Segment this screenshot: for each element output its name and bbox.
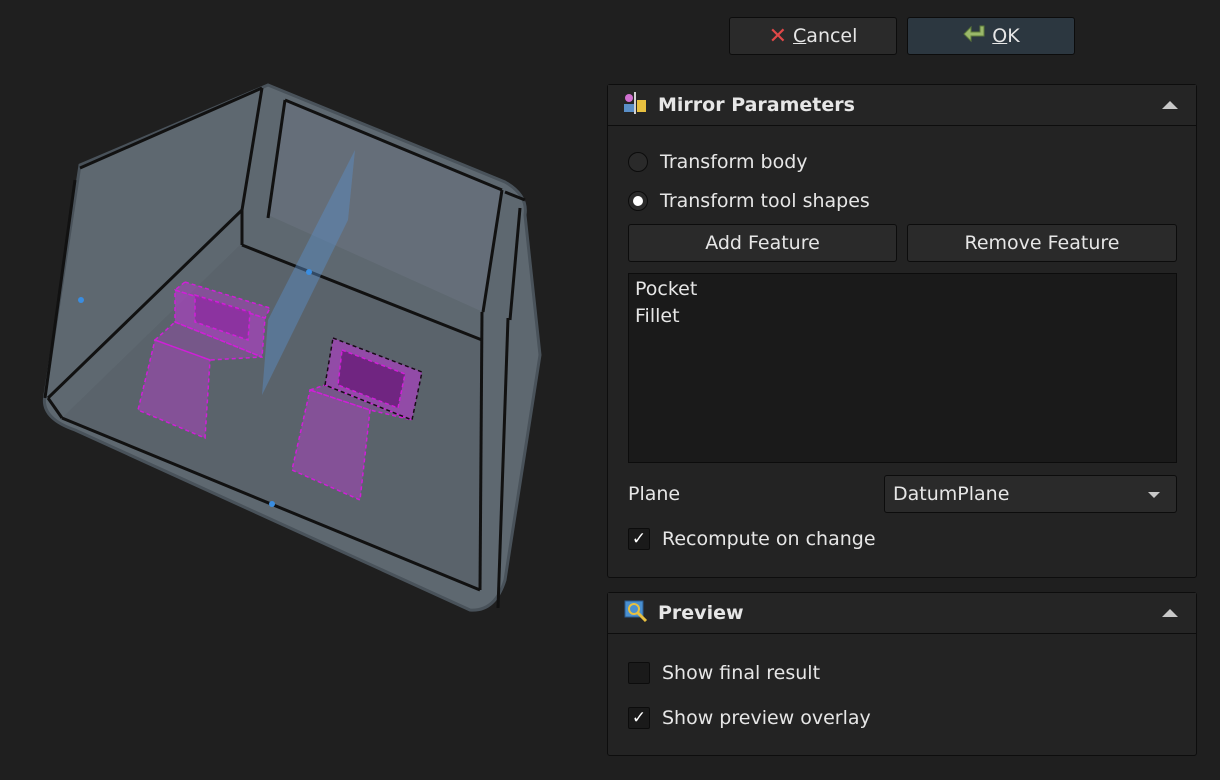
plane-select[interactable]: DatumPlane: [884, 475, 1177, 513]
add-feature-button[interactable]: Add Feature: [628, 224, 897, 262]
mirror-parameters-panel: Mirror Parameters Transform body Transfo…: [607, 84, 1197, 578]
feature-list[interactable]: Pocket Fillet: [628, 273, 1177, 463]
mirror-parameters-header[interactable]: Mirror Parameters: [608, 85, 1196, 126]
recompute-label: Recompute on change: [662, 528, 876, 550]
panel-title: Mirror Parameters: [658, 94, 855, 116]
show-final-result-option[interactable]: Show final result: [628, 662, 820, 684]
vertex-dot: [269, 501, 275, 507]
red-x-icon: ✕: [768, 23, 788, 49]
cancel-button[interactable]: ✕ Cancel: [729, 17, 897, 55]
show-preview-overlay-label: Show preview overlay: [662, 707, 871, 729]
ok-mnemonic: O: [992, 25, 1008, 47]
green-arrow-icon: [962, 24, 986, 49]
transform-tool-shapes-option[interactable]: Transform tool shapes: [628, 190, 870, 212]
vertex-dot: [78, 297, 84, 303]
preview-header[interactable]: Preview: [608, 593, 1196, 634]
list-item[interactable]: Pocket: [635, 276, 1170, 303]
cancel-mnemonic: C: [793, 25, 807, 47]
model-view[interactable]: [0, 0, 590, 780]
preview-icon: [622, 598, 650, 629]
cancel-label: ancel: [806, 25, 858, 47]
recompute-checkbox[interactable]: ✓: [628, 528, 650, 550]
show-final-result-label: Show final result: [662, 662, 821, 684]
show-preview-overlay-checkbox[interactable]: ✓: [628, 707, 650, 729]
transform-body-option[interactable]: Transform body: [628, 151, 808, 173]
collapse-arrow-icon[interactable]: [1162, 101, 1178, 109]
panel-title: Preview: [658, 602, 744, 624]
plane-label: Plane: [628, 483, 681, 505]
remove-feature-button[interactable]: Remove Feature: [907, 224, 1177, 262]
chevron-down-icon: [1148, 492, 1160, 498]
transform-body-radio[interactable]: [628, 152, 648, 172]
plane-value: DatumPlane: [893, 483, 1010, 505]
vertex-dot: [306, 269, 312, 275]
show-final-result-checkbox[interactable]: [628, 662, 650, 684]
recompute-option[interactable]: ✓ Recompute on change: [628, 528, 876, 550]
ok-label: K: [1007, 25, 1020, 47]
show-preview-overlay-option[interactable]: ✓ Show preview overlay: [628, 707, 871, 729]
preview-panel: Preview Show final result ✓ Show preview…: [607, 592, 1197, 756]
transform-tool-shapes-radio[interactable]: [628, 191, 648, 211]
transform-tool-shapes-label: Transform tool shapes: [660, 190, 870, 212]
list-item[interactable]: Fillet: [635, 303, 1170, 330]
mirror-parameters-icon: [622, 90, 650, 121]
ok-button[interactable]: OK: [907, 17, 1075, 55]
collapse-arrow-icon[interactable]: [1162, 609, 1178, 617]
transform-body-label: Transform body: [660, 151, 808, 173]
3d-viewport[interactable]: [0, 0, 590, 780]
